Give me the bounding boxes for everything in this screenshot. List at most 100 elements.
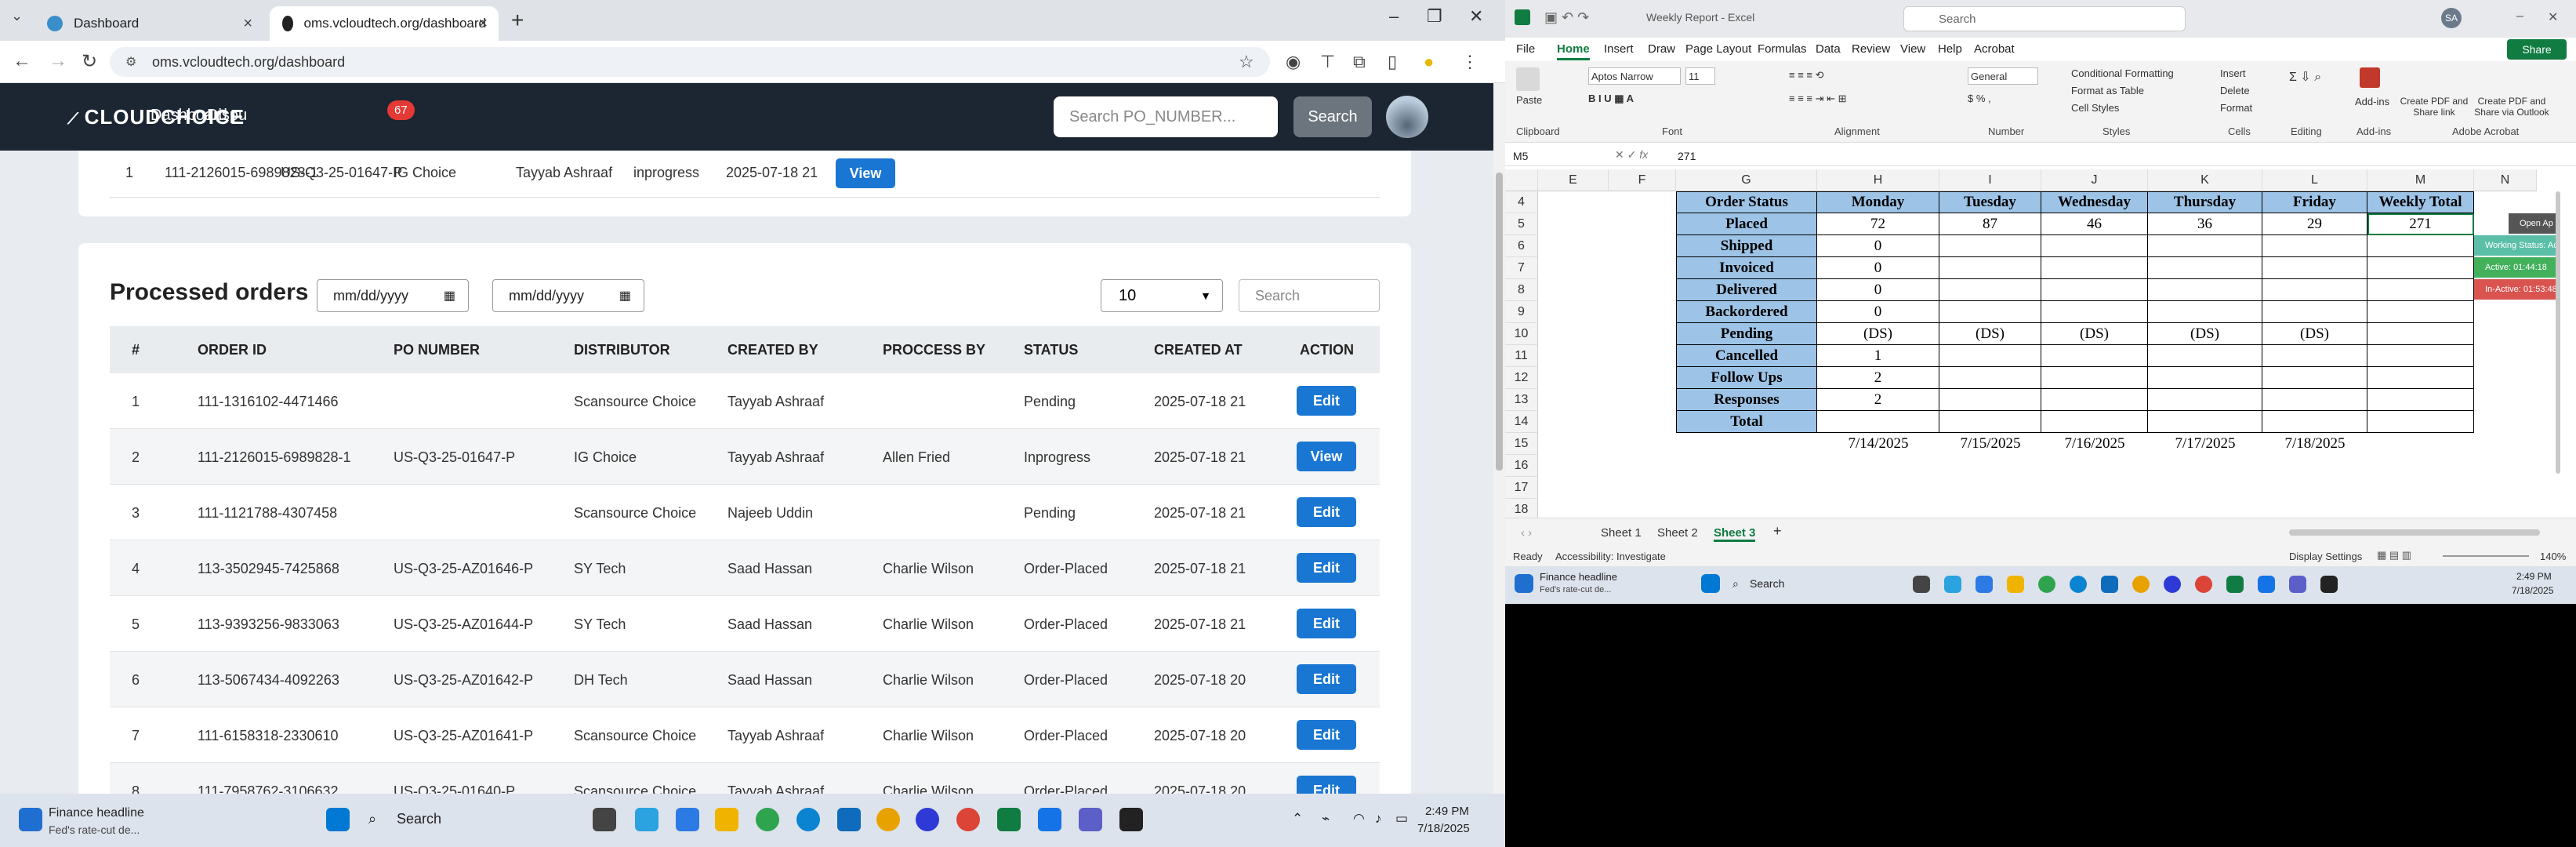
value-cell[interactable]: (DS) [2148, 323, 2262, 345]
value-cell[interactable] [2367, 279, 2474, 301]
date-cell[interactable]: 7/17/2025 [2148, 433, 2262, 455]
format-as-table-button[interactable]: Format as Table [2071, 85, 2144, 96]
chrome-icon[interactable] [2038, 576, 2055, 593]
battery-icon[interactable]: ▭ [1395, 811, 1408, 827]
accessibility-status[interactable]: Accessibility: Investigate [1555, 551, 1666, 562]
reader-icon[interactable]: ⊤ [1320, 52, 1335, 72]
value-cell[interactable] [2262, 279, 2367, 301]
bookmark-star-icon[interactable]: ☆ [1239, 52, 1254, 72]
menu-view[interactable]: View [1900, 42, 1925, 56]
extensions-puzzle-icon[interactable]: ⧉ [1353, 52, 1366, 72]
delete-cells-button[interactable]: Delete [2220, 85, 2250, 96]
autosave-icon[interactable]: ▣ ↶ ↷ [1544, 9, 1589, 26]
value-cell[interactable] [2148, 235, 2262, 257]
alignment-icons-row2[interactable]: ≡ ≡ ≡ ⇥ ⇤ ⊞ [1789, 93, 1847, 105]
tracker-widget-line[interactable]: Working Status: Active [2474, 235, 2560, 256]
photos-icon[interactable] [2258, 576, 2275, 593]
status-label-cell[interactable]: Pending [1676, 323, 1817, 345]
value-cell[interactable] [2367, 235, 2474, 257]
edge-browser-icon[interactable] [2070, 576, 2087, 593]
maximize-icon[interactable]: ❐ [1427, 6, 1442, 27]
value-cell[interactable] [1939, 279, 2041, 301]
end-date-input[interactable]: mm/dd/yyyy ▦ [492, 279, 644, 312]
fx-icon[interactable]: ✕ ✓ fx [1615, 148, 1648, 162]
forward-icon[interactable]: → [49, 50, 67, 72]
column-header[interactable]: G [1676, 169, 1817, 191]
font-size-select[interactable]: 11 [1685, 67, 1715, 85]
date-cell[interactable]: 7/14/2025 [1817, 433, 1939, 455]
value-cell[interactable] [2041, 257, 2148, 279]
page-size-select[interactable]: 10 ▼ [1101, 279, 1223, 312]
edit-button[interactable]: Edit [1297, 720, 1356, 750]
value-cell[interactable]: 36 [2148, 213, 2262, 235]
address-bar[interactable]: ⚙ oms.vcloudtech.org/dashboard [110, 47, 1270, 77]
tracker-widget-line[interactable]: Open Ap [2509, 213, 2560, 234]
menu-acrobat[interactable]: Acrobat [1974, 42, 2015, 56]
photos-icon[interactable] [1038, 808, 1061, 831]
extension-icon[interactable]: ◉ [1286, 52, 1301, 72]
table-header-cell[interactable]: Friday [2262, 191, 2367, 213]
edge-icon[interactable] [635, 808, 659, 831]
sheet-nav-icon[interactable]: ‹ › [1521, 526, 1532, 540]
wifi-icon[interactable]: ◠ [1353, 811, 1365, 827]
po-search-input[interactable]: Search PO_NUMBER... [1054, 96, 1278, 137]
zoom-icon[interactable] [2164, 576, 2181, 593]
zoom-level[interactable]: 140% [2540, 551, 2566, 562]
table-header-cell[interactable]: Weekly Total [2367, 191, 2474, 213]
column-header[interactable]: L [2262, 169, 2367, 191]
tray-chevron-icon[interactable]: ⌃ [1292, 811, 1303, 827]
table-search-input[interactable]: Search [1239, 279, 1380, 312]
table-header-cell[interactable]: Thursday [2148, 191, 2262, 213]
excel-icon[interactable] [997, 808, 1021, 831]
value-cell[interactable]: 2 [1817, 389, 1939, 411]
value-cell[interactable] [2041, 411, 2148, 433]
conditional-formatting-button[interactable]: Conditional Formatting [2071, 67, 2174, 79]
edit-button[interactable]: Edit [1297, 497, 1356, 527]
value-cell[interactable] [2367, 257, 2474, 279]
page-scrollbar-thumb[interactable] [1496, 173, 1503, 471]
news-icon[interactable] [1515, 574, 1533, 593]
column-header[interactable]: K [2148, 169, 2262, 191]
minimize-icon[interactable]: – [1389, 6, 1399, 27]
table-header-cell[interactable]: Order Status [1676, 191, 1817, 213]
back-icon[interactable]: ← [13, 50, 31, 72]
column-header[interactable]: N [2474, 169, 2537, 191]
value-cell[interactable]: 46 [2041, 213, 2148, 235]
row-header[interactable]: 6 [1505, 235, 1538, 257]
horizontal-scrollbar[interactable] [2289, 529, 2540, 536]
menu-home[interactable]: Home [1557, 42, 1590, 60]
value-cell[interactable]: (DS) [1817, 323, 1939, 345]
close-icon[interactable]: × [478, 15, 488, 33]
column-header[interactable]: M [2367, 169, 2474, 191]
table-header-cell[interactable]: Tuesday [1939, 191, 2041, 213]
row-header[interactable]: 17 [1505, 477, 1538, 499]
row-header[interactable]: 14 [1505, 411, 1538, 433]
row-header[interactable]: 8 [1505, 279, 1538, 301]
select-all-corner[interactable] [1505, 169, 1538, 191]
value-cell[interactable] [2262, 257, 2367, 279]
minimize-icon[interactable]: – [2516, 9, 2523, 24]
zoom-icon[interactable] [916, 808, 939, 831]
value-cell[interactable] [1939, 301, 2041, 323]
value-cell[interactable] [1939, 257, 2041, 279]
value-cell[interactable] [2367, 367, 2474, 389]
status-label-cell[interactable]: Delivered [1676, 279, 1817, 301]
edge-icon[interactable] [1944, 576, 1961, 593]
value-cell[interactable] [2262, 345, 2367, 367]
value-cell[interactable]: (DS) [2262, 323, 2367, 345]
paste-icon[interactable] [1516, 67, 1540, 91]
menu-formulas[interactable]: Formulas [1758, 42, 1807, 56]
row-header[interactable]: 7 [1505, 257, 1538, 279]
menu-data[interactable]: Data [1816, 42, 1841, 56]
cell-styles-button[interactable]: Cell Styles [2071, 102, 2119, 114]
calendar-icon[interactable]: ▦ [444, 288, 455, 304]
user-avatar[interactable]: SA [2441, 8, 2462, 28]
view-button[interactable]: View [1297, 442, 1356, 471]
menu-insert[interactable]: Insert [1604, 42, 1634, 56]
value-cell[interactable] [2367, 301, 2474, 323]
windows-start-icon[interactable] [1701, 574, 1720, 593]
menu-review[interactable]: Review [1852, 42, 1890, 56]
start-date-input[interactable]: mm/dd/yyyy ▦ [317, 279, 469, 312]
value-cell[interactable] [2041, 235, 2148, 257]
create-pdf-outlook-button[interactable]: Create PDF and Share via Outlook [2471, 96, 2552, 118]
